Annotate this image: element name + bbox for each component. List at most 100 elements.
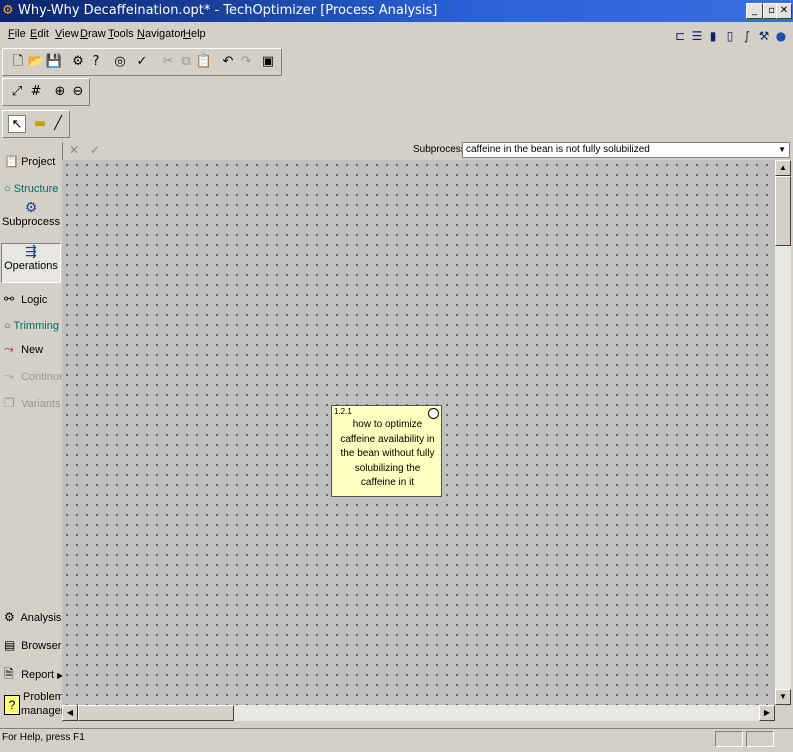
subprocess-dropdown[interactable]: caffeine in the bean is not fully solubi… (462, 142, 790, 158)
question-icon: ? (4, 695, 20, 715)
redo-icon[interactable]: ↷ (237, 53, 255, 71)
nav-logic[interactable]: ⚯ Logic (4, 292, 47, 306)
nav-variants[interactable]: ❐ Variants (4, 396, 61, 410)
chevron-down-icon[interactable]: ▼ (778, 143, 786, 157)
status-panel-1 (715, 731, 743, 747)
nav-continue-label: Continue (21, 371, 66, 383)
status-bar: For Help, press F1 (0, 728, 793, 752)
subprocess-value: caffeine in the bean is not fully solubi… (466, 144, 650, 155)
subprocess-icon: ⚙ (24, 200, 38, 216)
nav-operations-label: Operations (4, 260, 58, 272)
undo-icon[interactable]: ↶ (219, 53, 237, 71)
globe-icon[interactable]: ● (773, 28, 789, 44)
horizontal-scroll-thumb[interactable] (78, 705, 234, 721)
copy-icon[interactable]: ⧉ (177, 53, 195, 71)
logic-icon: ⚯ (4, 292, 15, 306)
accept-icon[interactable]: ✓ (90, 143, 100, 157)
curve-icon[interactable]: ∫ (739, 28, 755, 44)
menu-help[interactable]: Help (183, 28, 206, 40)
zoom-in-icon[interactable]: ⊕ (51, 83, 69, 101)
subprocess-label: Subprocess (413, 144, 466, 155)
notebook-icon[interactable]: ▯ (722, 28, 738, 44)
fullscreen-icon[interactable]: ▣ (259, 53, 277, 71)
menu-edit[interactable]: Edit (30, 28, 49, 40)
nav-problem-manager[interactable]: ? Problem manager (3, 691, 64, 721)
tools-icon[interactable]: ⚒ (756, 28, 772, 44)
nav-structure-label: Structure (13, 183, 59, 195)
book-icon[interactable]: ▮ (705, 28, 721, 44)
nav-new-label: New (21, 344, 44, 356)
nav-trimming-label: Trimming (13, 320, 59, 332)
nav-analysis-label: Analysis (20, 612, 62, 624)
paste-icon[interactable]: 📋 (195, 53, 213, 71)
analysis-icon: ⚙ (4, 610, 15, 624)
vertical-scrollbar[interactable]: ▲ ▼ (775, 160, 791, 705)
nav-operations[interactable]: ⇶ Operations (1, 243, 61, 283)
properties-icon[interactable]: ⚙ (69, 53, 87, 71)
select-pointer-icon[interactable]: ↖ (8, 115, 26, 133)
nav-trimming[interactable]: ○ Trimming (4, 320, 59, 332)
clipboard-icon: 📋 (4, 154, 19, 168)
vertical-scroll-thumb[interactable] (775, 176, 791, 246)
menu-draw[interactable]: Draw (80, 28, 106, 40)
menu-view[interactable]: View (55, 28, 79, 40)
menu-file[interactable]: File (8, 28, 26, 40)
nav-logic-label: Logic (21, 294, 48, 306)
menu-navigator[interactable]: Navigator (137, 28, 184, 40)
radio-icon: ○ (4, 320, 11, 332)
app-icon[interactable]: ⚙ (2, 3, 14, 18)
nav-browser[interactable]: ▤ Browser (4, 638, 61, 652)
nav-project-label: Project (21, 156, 56, 168)
left-navigation-bar: 📋 Project ○ Structure ⚙ Subprocess ⇶ Ope… (0, 142, 65, 722)
draw-toolbar: ↖ ▬ ╱ (2, 110, 70, 138)
nav-project[interactable]: 📋 Project (4, 154, 55, 168)
menu-tools[interactable]: Tools (108, 28, 134, 40)
new-icon[interactable]: 🗋 (9, 53, 27, 71)
close-button[interactable]: ✕ (776, 3, 792, 19)
status-text: For Help, press F1 (2, 732, 85, 743)
nav-variants-label: Variants (21, 398, 61, 410)
horizontal-scrollbar[interactable]: ◀ ▶ (62, 705, 775, 721)
scroll-up-icon[interactable]: ▲ (775, 160, 791, 176)
structure-view-icon[interactable]: ⊏ (672, 28, 688, 44)
card-number: 1.2.1 (334, 407, 352, 416)
zoom-out-icon[interactable]: ⊖ (69, 83, 87, 101)
title-bar: ⚙ Why-Why Decaffeination.opt* - TechOpti… (0, 0, 793, 22)
fit-to-window-icon[interactable]: ⤢ (8, 83, 26, 101)
nav-analysis[interactable]: ⚙ Analysis (4, 610, 61, 624)
nav-problem-label: Problem (23, 691, 64, 703)
diagram-canvas[interactable]: 1.2.1 how to optimize caffeine availabil… (62, 160, 775, 705)
open-icon[interactable]: 📂 (27, 53, 45, 71)
nav-subprocess[interactable]: ⚙ Subprocess (0, 200, 62, 240)
view-toolbar: ⤢ # ⊕ ⊖ (2, 78, 90, 106)
line-icon[interactable]: ╱ (49, 115, 67, 133)
status-panel-2 (746, 731, 774, 747)
nav-new[interactable]: ⤳ New (4, 342, 43, 357)
cancel-icon[interactable]: ✕ (69, 143, 79, 157)
check-icon[interactable]: ✓ (133, 53, 151, 71)
scroll-left-icon[interactable]: ◀ (62, 705, 78, 721)
nav-subprocess-label: Subprocess (1, 216, 61, 228)
spell-check-icon[interactable]: ◎ (111, 53, 129, 71)
radio-icon: ○ (4, 183, 11, 195)
scroll-right-icon[interactable]: ▶ (759, 705, 775, 721)
nav-continue[interactable]: ⤳ Continue (4, 369, 65, 384)
continue-icon: ⤳ (4, 369, 14, 383)
new-trim-icon: ⤳ (4, 342, 14, 356)
operations-icon: ⇶ (25, 244, 37, 260)
card-text: how to optimize caffeine availability in… (340, 419, 435, 488)
nav-browser-label: Browser (21, 640, 62, 652)
cut-icon[interactable]: ✂ (159, 53, 177, 71)
minimize-button[interactable]: _ (746, 3, 763, 19)
help-icon[interactable]: ? (87, 53, 105, 71)
nav-structure[interactable]: ○ Structure (4, 183, 58, 195)
nav-report[interactable]: 🗎 Report ▶ (4, 665, 63, 686)
standard-toolbar: 🗋 📂 💾 ⚙ ? ◎ ✓ ✂ ⧉ 📋 ↶ ↷ ▣ (2, 48, 282, 76)
operation-card[interactable]: 1.2.1 how to optimize caffeine availabil… (331, 405, 442, 497)
tree-view-icon[interactable]: ☰ (689, 28, 705, 44)
grid-icon[interactable]: # (27, 83, 45, 101)
report-icon: 🗎 (4, 667, 14, 681)
save-icon[interactable]: 💾 (45, 53, 63, 71)
scroll-down-icon[interactable]: ▼ (775, 689, 791, 705)
connector-icon[interactable]: ▬ (31, 115, 49, 133)
